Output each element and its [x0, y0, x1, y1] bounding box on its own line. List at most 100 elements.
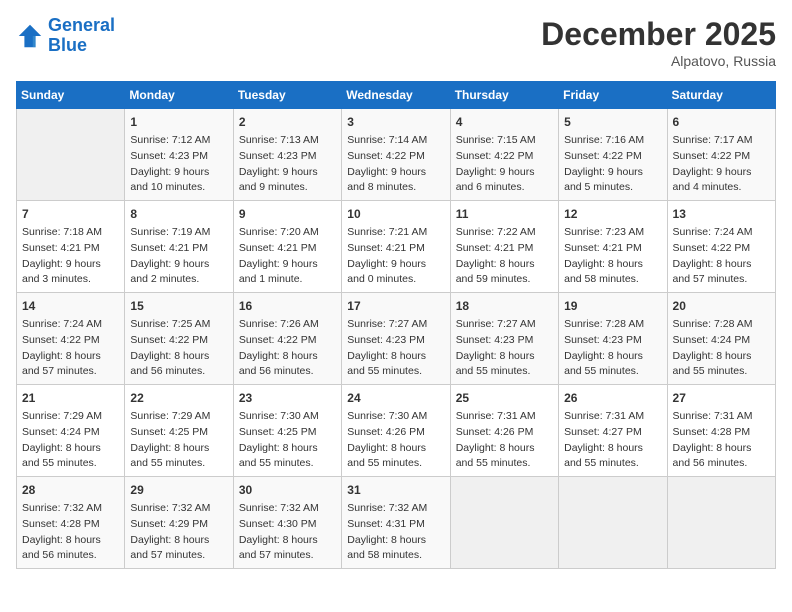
day-number: 2 [239, 113, 336, 131]
day-info: Sunrise: 7:24 AMSunset: 4:22 PMDaylight:… [22, 317, 119, 380]
logo-icon [16, 22, 44, 50]
weekday-header-friday: Friday [559, 82, 667, 109]
day-info: Sunrise: 7:18 AMSunset: 4:21 PMDaylight:… [22, 225, 119, 288]
day-info: Sunrise: 7:26 AMSunset: 4:22 PMDaylight:… [239, 317, 336, 380]
calendar-cell: 4 Sunrise: 7:15 AMSunset: 4:22 PMDaylight… [450, 109, 558, 201]
calendar-cell: 9 Sunrise: 7:20 AMSunset: 4:21 PMDaylight… [233, 201, 341, 293]
day-number: 12 [564, 205, 661, 223]
day-number: 22 [130, 389, 227, 407]
calendar-cell: 22 Sunrise: 7:29 AMSunset: 4:25 PMDayligh… [125, 385, 233, 477]
calendar-cell: 20Sunrise: 7:28 AMSunset: 4:24 PMDayligh… [667, 293, 775, 385]
calendar-cell: 29 Sunrise: 7:32 AMSunset: 4:29 PMDayligh… [125, 477, 233, 569]
day-number: 16 [239, 297, 336, 315]
day-info: Sunrise: 7:32 AMSunset: 4:28 PMDaylight:… [22, 501, 119, 564]
day-info: Sunrise: 7:30 AMSunset: 4:26 PMDaylight:… [347, 409, 444, 472]
day-info: Sunrise: 7:15 AMSunset: 4:22 PMDaylight:… [456, 133, 553, 196]
weekday-header-tuesday: Tuesday [233, 82, 341, 109]
day-number: 7 [22, 205, 119, 223]
day-info: Sunrise: 7:17 AMSunset: 4:22 PMDaylight:… [673, 133, 770, 196]
calendar-cell: 17Sunrise: 7:27 AMSunset: 4:23 PMDayligh… [342, 293, 450, 385]
calendar-cell: 23 Sunrise: 7:30 AMSunset: 4:25 PMDayligh… [233, 385, 341, 477]
day-number: 9 [239, 205, 336, 223]
day-number: 5 [564, 113, 661, 131]
day-number: 1 [130, 113, 227, 131]
weekday-header-monday: Monday [125, 82, 233, 109]
calendar-cell: 16 Sunrise: 7:26 AMSunset: 4:22 PMDayligh… [233, 293, 341, 385]
weekday-header-saturday: Saturday [667, 82, 775, 109]
weekday-header-sunday: Sunday [17, 82, 125, 109]
day-number: 17 [347, 297, 444, 315]
calendar-cell: 10 Sunrise: 7:21 AMSunset: 4:21 PMDayligh… [342, 201, 450, 293]
day-number: 3 [347, 113, 444, 131]
day-info: Sunrise: 7:25 AMSunset: 4:22 PMDaylight:… [130, 317, 227, 380]
day-info: Sunrise: 7:32 AMSunset: 4:31 PMDaylight:… [347, 501, 444, 564]
day-number: 11 [456, 205, 553, 223]
day-number: 26 [564, 389, 661, 407]
day-number: 28 [22, 481, 119, 499]
day-info: Sunrise: 7:31 AMSunset: 4:28 PMDaylight:… [673, 409, 770, 472]
day-info: Sunrise: 7:31 AMSunset: 4:27 PMDaylight:… [564, 409, 661, 472]
day-number: 18 [456, 297, 553, 315]
calendar-week-5: 28 Sunrise: 7:32 AMSunset: 4:28 PMDayligh… [17, 477, 776, 569]
day-number: 29 [130, 481, 227, 499]
calendar-week-2: 7 Sunrise: 7:18 AMSunset: 4:21 PMDaylight… [17, 201, 776, 293]
day-info: Sunrise: 7:27 AMSunset: 4:23 PMDaylight:… [456, 317, 553, 380]
calendar-week-3: 14 Sunrise: 7:24 AMSunset: 4:22 PMDayligh… [17, 293, 776, 385]
calendar-cell [667, 477, 775, 569]
day-number: 25 [456, 389, 553, 407]
page-header: General Blue December 2025 Alpatovo, Rus… [16, 16, 776, 69]
calendar-cell: 6 Sunrise: 7:17 AMSunset: 4:22 PMDaylight… [667, 109, 775, 201]
day-number: 31 [347, 481, 444, 499]
day-info: Sunrise: 7:29 AMSunset: 4:25 PMDaylight:… [130, 409, 227, 472]
day-info: Sunrise: 7:30 AMSunset: 4:25 PMDaylight:… [239, 409, 336, 472]
calendar-cell: 8Sunrise: 7:19 AMSunset: 4:21 PMDaylight… [125, 201, 233, 293]
calendar-cell: 15 Sunrise: 7:25 AMSunset: 4:22 PMDayligh… [125, 293, 233, 385]
calendar-week-4: 21Sunrise: 7:29 AMSunset: 4:24 PMDayligh… [17, 385, 776, 477]
calendar-cell: 14 Sunrise: 7:24 AMSunset: 4:22 PMDayligh… [17, 293, 125, 385]
calendar-cell: 13 Sunrise: 7:24 AMSunset: 4:22 PMDayligh… [667, 201, 775, 293]
logo-text: General Blue [48, 16, 115, 56]
day-number: 19 [564, 297, 661, 315]
day-number: 20 [673, 297, 770, 315]
calendar-cell: 1 Sunrise: 7:12 AMSunset: 4:23 PMDaylight… [125, 109, 233, 201]
day-number: 14 [22, 297, 119, 315]
day-info: Sunrise: 7:12 AMSunset: 4:23 PMDaylight:… [130, 133, 227, 196]
day-number: 13 [673, 205, 770, 223]
day-number: 27 [673, 389, 770, 407]
calendar-cell: 21Sunrise: 7:29 AMSunset: 4:24 PMDayligh… [17, 385, 125, 477]
calendar-cell: 25Sunrise: 7:31 AMSunset: 4:26 PMDayligh… [450, 385, 558, 477]
calendar-cell: 28 Sunrise: 7:32 AMSunset: 4:28 PMDayligh… [17, 477, 125, 569]
day-number: 23 [239, 389, 336, 407]
weekday-header-wednesday: Wednesday [342, 82, 450, 109]
calendar-cell: 7 Sunrise: 7:18 AMSunset: 4:21 PMDaylight… [17, 201, 125, 293]
calendar-cell [17, 109, 125, 201]
calendar-cell: 24 Sunrise: 7:30 AMSunset: 4:26 PMDayligh… [342, 385, 450, 477]
weekday-row: SundayMondayTuesdayWednesdayThursdayFrid… [17, 82, 776, 109]
day-info: Sunrise: 7:29 AMSunset: 4:24 PMDaylight:… [22, 409, 119, 472]
day-number: 6 [673, 113, 770, 131]
calendar-cell: 31 Sunrise: 7:32 AMSunset: 4:31 PMDayligh… [342, 477, 450, 569]
calendar-table: SundayMondayTuesdayWednesdayThursdayFrid… [16, 81, 776, 569]
day-info: Sunrise: 7:20 AMSunset: 4:21 PMDaylight:… [239, 225, 336, 288]
calendar-cell: 11Sunrise: 7:22 AMSunset: 4:21 PMDayligh… [450, 201, 558, 293]
day-number: 24 [347, 389, 444, 407]
day-info: Sunrise: 7:21 AMSunset: 4:21 PMDaylight:… [347, 225, 444, 288]
title-block: December 2025 Alpatovo, Russia [541, 16, 776, 69]
calendar-cell: 18 Sunrise: 7:27 AMSunset: 4:23 PMDayligh… [450, 293, 558, 385]
calendar-cell: 12Sunrise: 7:23 AMSunset: 4:21 PMDayligh… [559, 201, 667, 293]
calendar-cell [559, 477, 667, 569]
day-info: Sunrise: 7:24 AMSunset: 4:22 PMDaylight:… [673, 225, 770, 288]
weekday-header-thursday: Thursday [450, 82, 558, 109]
day-number: 15 [130, 297, 227, 315]
calendar-body: 1 Sunrise: 7:12 AMSunset: 4:23 PMDaylight… [17, 109, 776, 569]
day-number: 10 [347, 205, 444, 223]
day-info: Sunrise: 7:14 AMSunset: 4:22 PMDaylight:… [347, 133, 444, 196]
calendar-cell [450, 477, 558, 569]
day-number: 30 [239, 481, 336, 499]
calendar-header: SundayMondayTuesdayWednesdayThursdayFrid… [17, 82, 776, 109]
day-info: Sunrise: 7:32 AMSunset: 4:29 PMDaylight:… [130, 501, 227, 564]
day-info: Sunrise: 7:32 AMSunset: 4:30 PMDaylight:… [239, 501, 336, 564]
day-number: 4 [456, 113, 553, 131]
day-info: Sunrise: 7:28 AMSunset: 4:23 PMDaylight:… [564, 317, 661, 380]
location: Alpatovo, Russia [541, 53, 776, 69]
